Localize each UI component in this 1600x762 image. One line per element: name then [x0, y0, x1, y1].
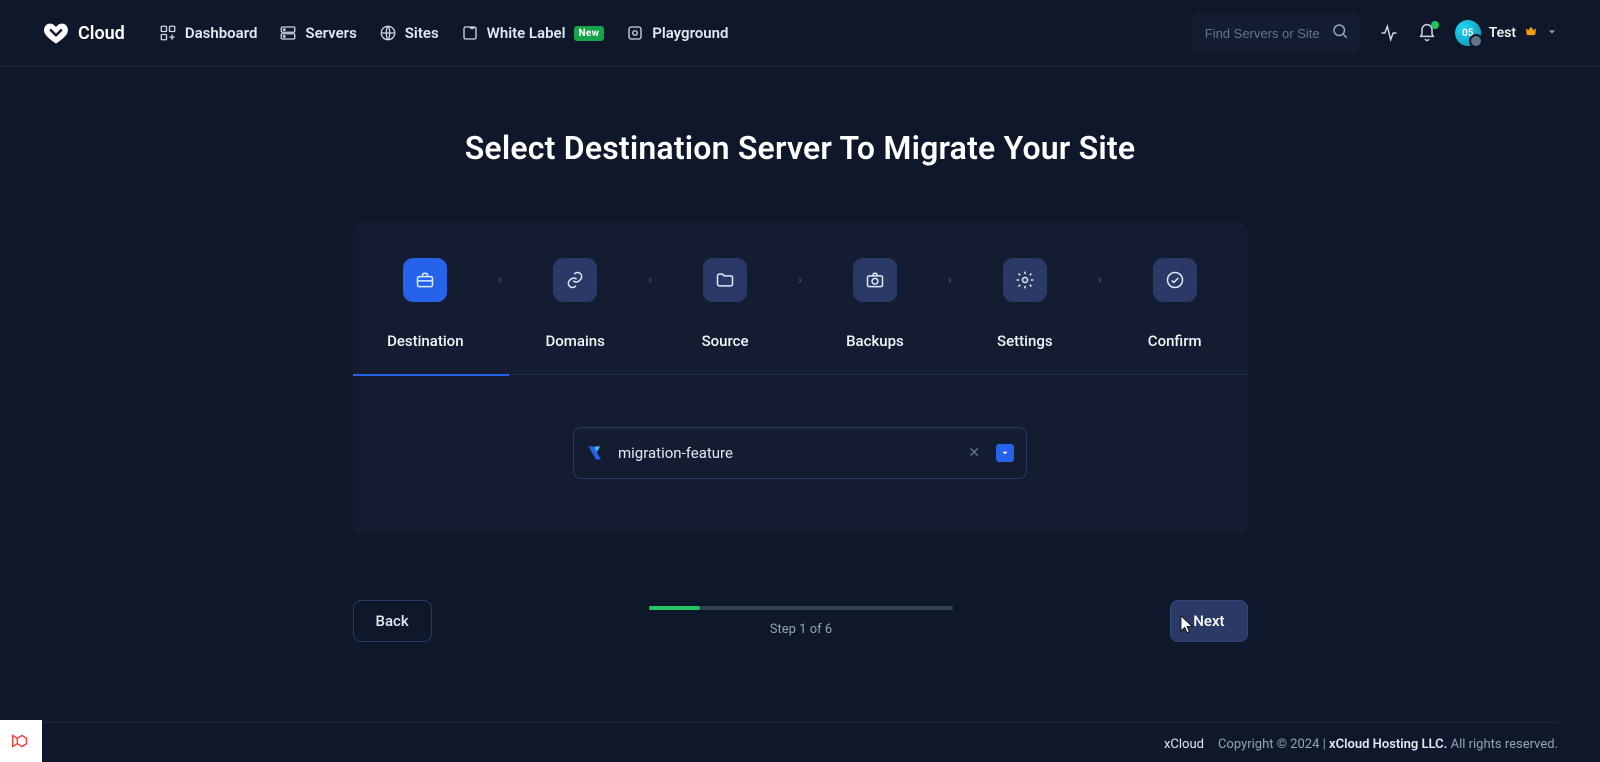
step-settings[interactable]: Settings	[952, 258, 1098, 350]
step-label: Settings	[997, 332, 1053, 350]
footer: xCloud Copyright © 2024 | xCloud Hosting…	[42, 722, 1558, 752]
progress-text: Step 1 of 6	[649, 622, 953, 637]
crown-icon	[1524, 24, 1538, 42]
footer-rights: All rights reserved.	[1447, 737, 1558, 752]
footer-company: xCloud Hosting LLC.	[1329, 737, 1447, 752]
gear-icon	[1003, 258, 1047, 302]
search-input[interactable]	[1205, 26, 1319, 41]
step-confirm[interactable]: Confirm	[1102, 258, 1248, 350]
wizard-card: Destination › Domains › Source ›	[353, 222, 1248, 534]
header-left: Cloud Dashboard Servers Sites White Labe…	[42, 19, 728, 47]
avatar-initials: 05	[1462, 28, 1473, 39]
brand-logo[interactable]: Cloud	[42, 19, 125, 47]
laravel-debug-icon[interactable]	[0, 720, 42, 762]
check-circle-icon	[1153, 258, 1197, 302]
back-label: Back	[376, 612, 409, 630]
notification-dot	[1431, 21, 1439, 29]
step-underline	[353, 374, 1248, 375]
vultr-icon	[586, 443, 606, 463]
nav-playground[interactable]: Playground	[626, 24, 728, 42]
search-icon[interactable]	[1331, 22, 1349, 44]
step-label: Backups	[846, 332, 904, 350]
link-icon	[553, 258, 597, 302]
server-select-wrap: migration-feature ✕	[573, 427, 1027, 479]
dropdown-toggle[interactable]	[996, 444, 1014, 462]
user-menu[interactable]: 05 Test	[1455, 20, 1558, 46]
step-domains[interactable]: Domains	[502, 258, 648, 350]
header-right: 05 Test	[1191, 13, 1558, 53]
logo-icon	[42, 19, 70, 47]
server-select[interactable]: migration-feature ✕	[573, 427, 1027, 479]
nav-sites[interactable]: Sites	[379, 24, 439, 42]
step-destination[interactable]: Destination	[352, 258, 498, 350]
progress: Step 1 of 6	[649, 606, 953, 637]
avatar: 05	[1455, 20, 1481, 46]
nav-label: Servers	[305, 24, 356, 42]
new-badge: New	[574, 26, 605, 41]
step-backups[interactable]: Backups	[802, 258, 948, 350]
search-box[interactable]	[1191, 13, 1361, 53]
wizard-controls: Back Step 1 of 6 Next	[353, 600, 1248, 642]
note-plus-icon	[461, 24, 479, 42]
notifications-icon[interactable]	[1417, 23, 1437, 43]
server-icon	[279, 24, 297, 42]
nav-label: Sites	[405, 24, 439, 42]
folder-icon	[703, 258, 747, 302]
camera-icon	[853, 258, 897, 302]
wizard-steps: Destination › Domains › Source ›	[353, 258, 1248, 350]
next-button[interactable]: Next	[1170, 600, 1247, 642]
back-button[interactable]: Back	[353, 600, 432, 642]
activity-icon[interactable]	[1379, 23, 1399, 43]
nav-label: Playground	[652, 24, 728, 42]
step-label: Domains	[546, 332, 605, 350]
nav-white-label[interactable]: White Label New	[461, 24, 605, 42]
selected-server: migration-feature	[618, 444, 952, 462]
page-title: Select Destination Server To Migrate You…	[0, 129, 1600, 167]
footer-prefix: Copyright © 2024 |	[1218, 737, 1329, 752]
nav-label: Dashboard	[185, 24, 258, 42]
step-label: Confirm	[1148, 332, 1202, 350]
footer-brand: xCloud	[1164, 737, 1204, 752]
briefcase-icon	[403, 258, 447, 302]
step-source[interactable]: Source	[652, 258, 798, 350]
playground-icon	[626, 24, 644, 42]
step-label: Destination	[387, 332, 463, 350]
main: Select Destination Server To Migrate You…	[0, 67, 1600, 642]
caret-down-icon	[1000, 448, 1010, 458]
nav-dashboard[interactable]: Dashboard	[159, 24, 258, 42]
clear-selection-icon[interactable]: ✕	[964, 445, 984, 461]
step-label: Source	[702, 332, 749, 350]
globe-icon	[379, 24, 397, 42]
footer-copyright: Copyright © 2024 | xCloud Hosting LLC. A…	[1218, 737, 1558, 752]
nav-servers[interactable]: Servers	[279, 24, 356, 42]
chevron-down-icon	[1546, 26, 1558, 41]
grid-plus-icon	[159, 24, 177, 42]
progress-bar	[649, 606, 953, 610]
main-nav: Dashboard Servers Sites White Label New …	[159, 24, 729, 42]
next-label: Next	[1193, 612, 1224, 630]
user-name: Test	[1489, 25, 1516, 41]
header: Cloud Dashboard Servers Sites White Labe…	[0, 0, 1600, 67]
brand-name: Cloud	[78, 23, 125, 44]
nav-label: White Label	[487, 24, 566, 42]
